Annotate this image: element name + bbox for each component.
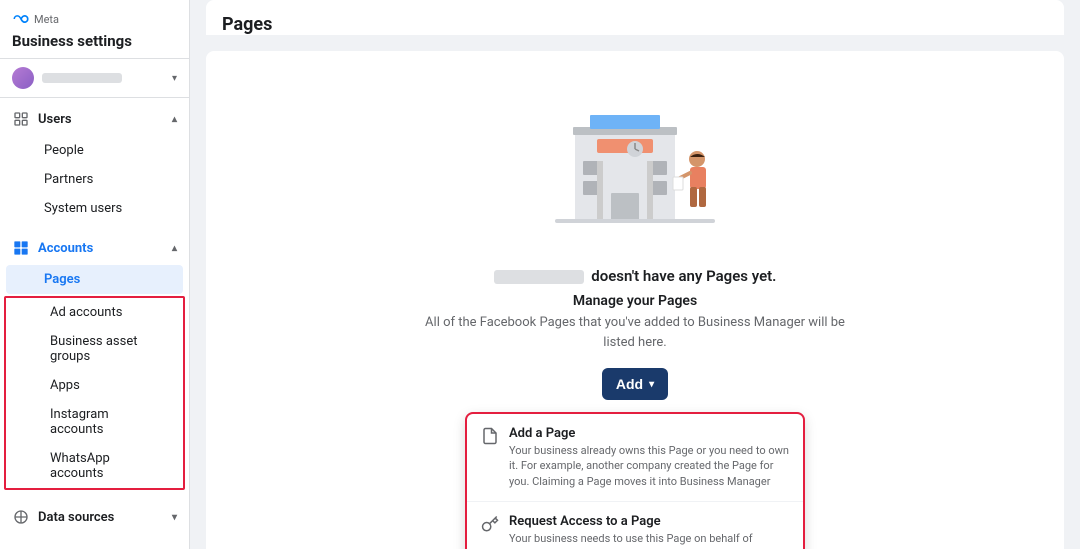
app-title: Business settings: [12, 32, 177, 50]
users-section-header[interactable]: Users ▴: [0, 102, 189, 136]
accounts-chevron-icon: ▴: [172, 243, 177, 254]
sidebar-item-partners[interactable]: Partners: [6, 165, 183, 194]
account-chevron-icon: ▾: [172, 73, 177, 84]
meta-logo: Meta: [12, 10, 177, 28]
add-button-wrap: Add ▾: [602, 368, 668, 400]
accounts-icon: [12, 239, 30, 257]
data-sources-chevron-icon: ▾: [172, 512, 177, 523]
request-access-desc: Your business needs to use this Page on …: [509, 531, 789, 549]
page-title: Pages: [206, 0, 1064, 35]
data-sources-icon: [12, 508, 30, 526]
sidebar-item-ad-accounts[interactable]: Ad accounts: [12, 298, 177, 327]
add-button[interactable]: Add ▾: [602, 368, 668, 400]
sidebar: Meta Business settings ▾ Users: [0, 0, 190, 549]
add-page-desc: Your business already owns this Page or …: [509, 443, 789, 489]
data-sources-label: Data sources: [38, 510, 114, 525]
data-sources-header[interactable]: Data sources ▾: [0, 500, 189, 534]
business-name-blur: [494, 270, 584, 284]
add-page-icon: [481, 427, 499, 445]
empty-title-suffix: doesn't have any Pages yet.: [591, 267, 776, 285]
manage-desc: All of the Facebook Pages that you've ad…: [415, 313, 855, 352]
sidebar-item-pages[interactable]: Pages: [6, 265, 183, 294]
main-content: Pages: [190, 0, 1080, 549]
manage-label: Manage your Pages: [573, 293, 697, 309]
brand-safety-section: Brand safety and suitabil... ▾: [0, 538, 189, 549]
accounts-section-header[interactable]: Accounts ▴: [0, 231, 189, 265]
sidebar-item-business-asset-groups[interactable]: Business asset groups: [12, 327, 177, 371]
users-icon: [12, 110, 30, 128]
add-dropdown-menu: Add a Page Your business already owns th…: [465, 412, 805, 549]
building-illustration: [535, 81, 735, 241]
empty-state: doesn't have any Pages yet. Manage your …: [395, 257, 875, 549]
sidebar-header: Meta Business settings: [0, 0, 189, 59]
accounts-label: Accounts: [38, 241, 93, 256]
accounts-section: Accounts ▴ Pages Ad accounts Business as…: [0, 227, 189, 496]
sidebar-item-instagram-accounts[interactable]: Instagram accounts: [12, 400, 177, 444]
main-panel: doesn't have any Pages yet. Manage your …: [206, 51, 1064, 549]
meta-text: Meta: [34, 13, 59, 26]
account-selector[interactable]: ▾: [0, 59, 189, 98]
sidebar-item-apps[interactable]: Apps: [12, 371, 177, 400]
users-label: Users: [38, 112, 72, 127]
meta-logo-icon: [12, 10, 30, 28]
add-button-chevron-icon: ▾: [649, 379, 654, 390]
add-page-title: Add a Page: [509, 426, 789, 441]
account-avatar: [12, 67, 34, 89]
sidebar-item-whatsapp-accounts[interactable]: WhatsApp accounts: [12, 444, 177, 488]
dropdown-item-request-access[interactable]: Request Access to a Page Your business n…: [467, 502, 803, 549]
dropdown-item-add-page[interactable]: Add a Page Your business already owns th…: [467, 414, 803, 502]
request-access-icon: [481, 515, 499, 533]
add-button-label: Add: [616, 376, 643, 392]
users-section: Users ▴ People Partners System users: [0, 98, 189, 227]
data-sources-section: Data sources ▾: [0, 496, 189, 538]
sidebar-item-system-users[interactable]: System users: [6, 194, 183, 223]
empty-title: doesn't have any Pages yet.: [494, 267, 777, 285]
brand-safety-header[interactable]: Brand safety and suitabil... ▾: [0, 542, 189, 549]
account-name: [42, 73, 122, 83]
request-access-title: Request Access to a Page: [509, 514, 789, 529]
sidebar-item-people[interactable]: People: [6, 136, 183, 165]
users-chevron-icon: ▴: [172, 114, 177, 125]
